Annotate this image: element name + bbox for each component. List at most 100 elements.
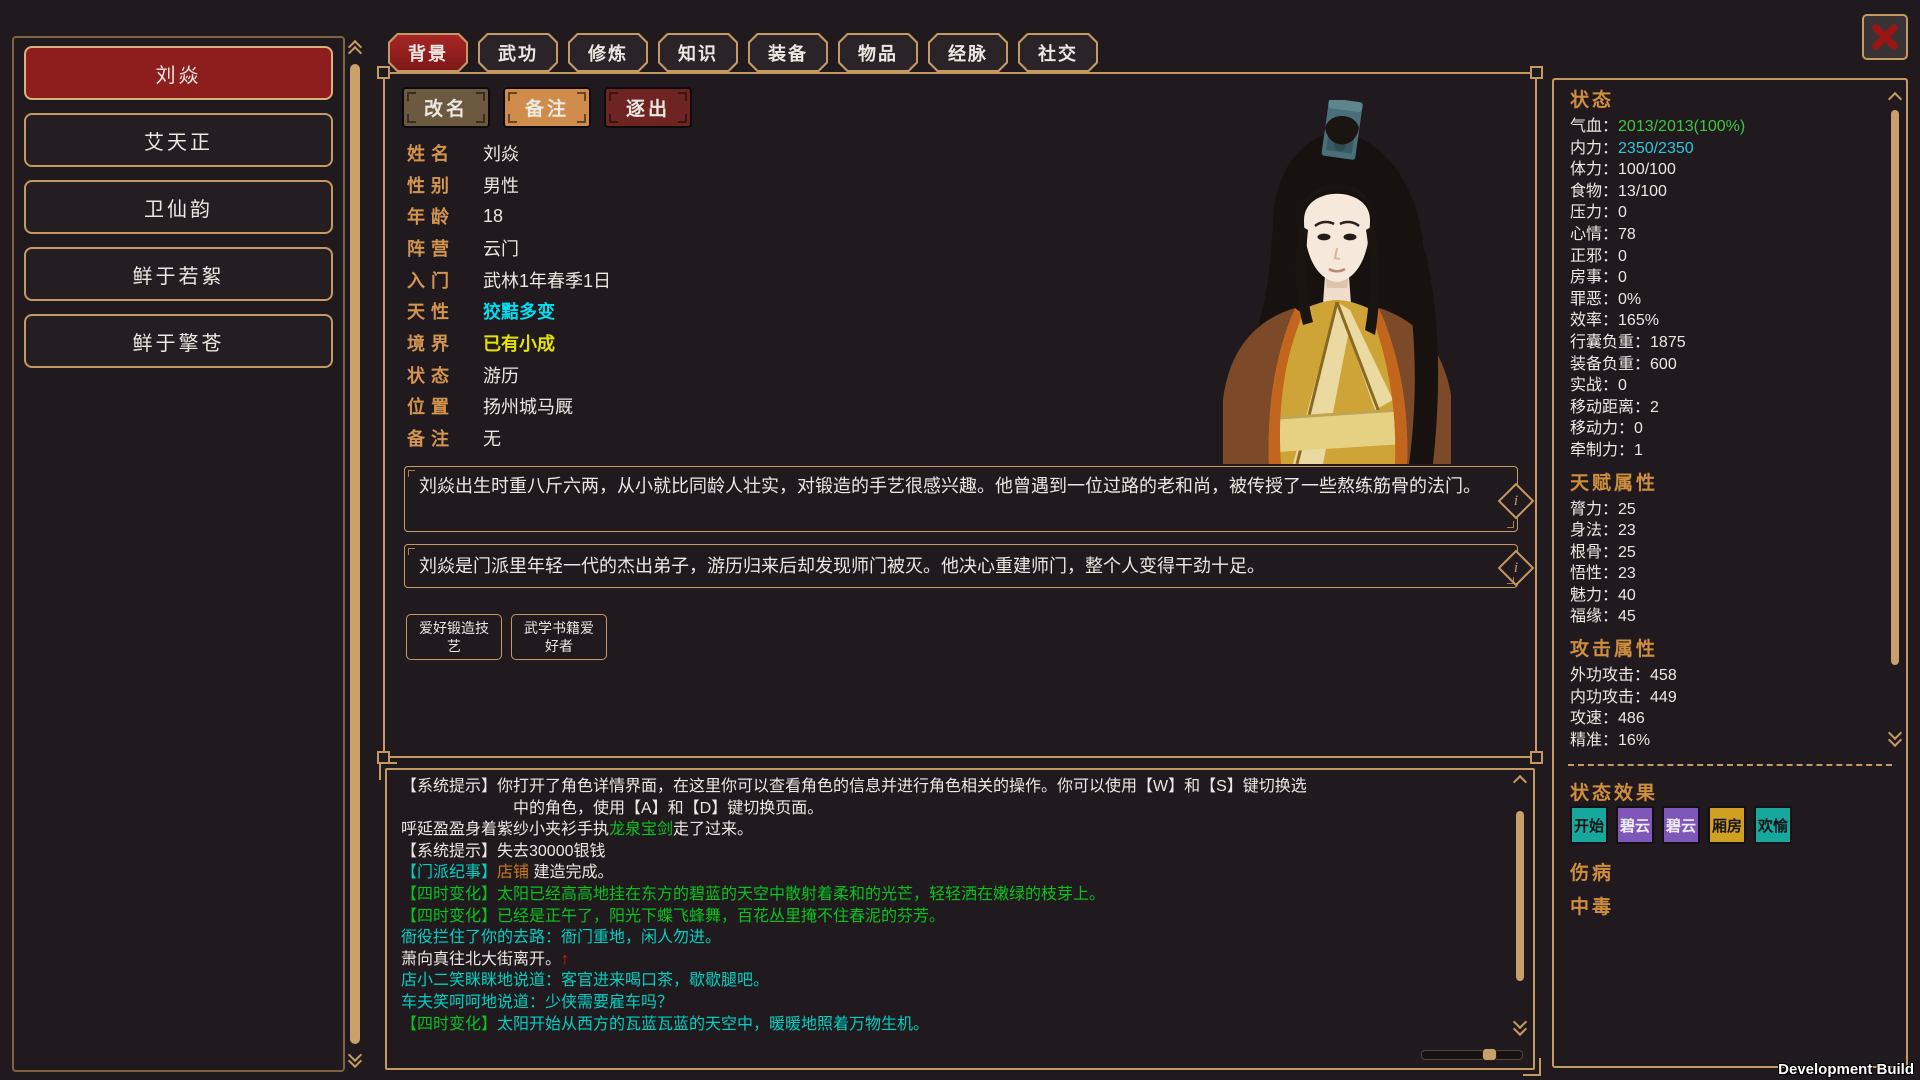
info-button[interactable]: i xyxy=(1498,550,1535,587)
stat-row: 悟性：23 xyxy=(1570,563,1880,585)
stat-row: 实战：0 xyxy=(1570,375,1880,397)
status-effect-badge[interactable]: 开始 xyxy=(1570,806,1608,844)
field-label: 姓名 xyxy=(407,140,483,166)
stat-value: 486 xyxy=(1618,710,1645,727)
stat-value: 2 xyxy=(1650,399,1659,416)
trait-tag[interactable]: 武学书籍爱好者 xyxy=(511,614,607,660)
character-list: 刘焱艾天正卫仙韵鲜于若絮鲜于擎苍 xyxy=(14,46,343,368)
stat-label: 房事： xyxy=(1570,269,1618,286)
log-segment: 【四时变化】太阳已经高高地挂在东方的碧蓝的天空中散射着柔和的光芒，轻轻洒在嫩绿的… xyxy=(401,886,1105,903)
info-icon: i xyxy=(1505,490,1527,512)
scroll-up-icon[interactable] xyxy=(1888,92,1902,106)
tab-label: 装备 xyxy=(750,35,826,70)
log-segment: 店铺 xyxy=(497,864,529,881)
stat-row: 移动力：0 xyxy=(1570,418,1880,440)
stat-row: 魅力：40 xyxy=(1570,585,1880,607)
profile-field-row: 姓名刘焱 xyxy=(407,137,611,169)
rename-button[interactable]: 改名 xyxy=(402,87,490,128)
profile-field-row: 境界已有小成 xyxy=(407,327,611,359)
profile-fields: 姓名刘焱性别男性年龄18阵营云门入门武林1年春季1日天性狡黠多变境界已有小成状态… xyxy=(407,137,611,454)
log-horizontal-slider[interactable] xyxy=(1421,1050,1523,1060)
scrollbar-thumb[interactable] xyxy=(350,64,360,1044)
slider-handle[interactable] xyxy=(1482,1048,1497,1061)
stat-section-header: 状态 xyxy=(1570,89,1880,113)
stat-label: 根骨： xyxy=(1570,544,1618,561)
stat-row: 内力：2350/2350 xyxy=(1570,138,1880,160)
field-value: 已有小成 xyxy=(483,330,555,356)
stat-label: 内力： xyxy=(1570,140,1618,157)
scroll-up-icon[interactable] xyxy=(1513,775,1527,789)
note-button[interactable]: 备注 xyxy=(503,87,591,128)
scrollbar-thumb[interactable] xyxy=(1516,811,1524,981)
tab-3[interactable]: 知识 xyxy=(658,33,738,72)
sidebar-character-button[interactable]: 鲜于擎苍 xyxy=(24,314,333,368)
scrollbar-thumb[interactable] xyxy=(1891,110,1899,665)
log-segment: 【四时变化】已经是正午了，阳光下蝶飞蜂舞，百花丛里掩不住春泥的芬芳。 xyxy=(401,908,945,925)
profile-field-row: 位置扬州城马厩 xyxy=(407,391,611,423)
tab-label: 社交 xyxy=(1020,35,1096,70)
field-value: 18 xyxy=(483,206,503,227)
stat-value: 600 xyxy=(1650,356,1677,373)
tab-6[interactable]: 经脉 xyxy=(928,33,1008,72)
log-line: 【系统提示】失去30000银钱 xyxy=(401,841,1501,863)
log-scrollbar[interactable] xyxy=(1513,775,1527,1045)
sidebar-character-button[interactable]: 鲜于若絮 xyxy=(24,247,333,301)
stat-label: 福缘： xyxy=(1570,608,1618,625)
tab-label: 武功 xyxy=(480,35,556,70)
character-detail-panel: 改名 备注 逐出 姓名刘焱性别男性年龄18阵营云门入门武林1年春季1日天性狡黠多… xyxy=(383,72,1537,758)
stat-label: 膂力： xyxy=(1570,501,1618,518)
log-segment: 【系统提示】你打开了角色详情界面，在这里你可以查看角色的信息并进行角色相关的操作… xyxy=(401,778,1307,795)
field-label: 年龄 xyxy=(407,203,483,229)
sidebar-character-button[interactable]: 卫仙韵 xyxy=(24,180,333,234)
dev-build-watermark: Development Build xyxy=(1778,1061,1914,1078)
stat-row: 膂力：25 xyxy=(1570,499,1880,521)
stat-label: 压力： xyxy=(1570,204,1618,221)
stat-value: 0 xyxy=(1618,248,1627,265)
tab-0[interactable]: 背景 xyxy=(388,33,468,72)
field-value: 狡黠多变 xyxy=(483,298,555,324)
sidebar-character-button[interactable]: 刘焱 xyxy=(24,46,333,100)
status-effect-badge[interactable]: 碧云 xyxy=(1616,806,1654,844)
stat-label: 牵制力： xyxy=(1570,442,1634,459)
trait-tag[interactable]: 爱好锻造技艺 xyxy=(406,614,502,660)
stat-row: 身法：23 xyxy=(1570,520,1880,542)
tab-7[interactable]: 社交 xyxy=(1018,33,1098,72)
expel-button[interactable]: 逐出 xyxy=(604,87,692,128)
tab-4[interactable]: 装备 xyxy=(748,33,828,72)
stat-row: 牵制力：1 xyxy=(1570,440,1880,462)
stat-value: 0% xyxy=(1618,291,1641,308)
stat-label: 效率： xyxy=(1570,312,1618,329)
stat-row: 行囊负重：1875 xyxy=(1570,332,1880,354)
character-sidebar: 刘焱艾天正卫仙韵鲜于若絮鲜于擎苍 xyxy=(12,36,345,1072)
tab-label: 背景 xyxy=(390,35,466,70)
tab-label: 知识 xyxy=(660,35,736,70)
stat-label: 正邪： xyxy=(1570,248,1618,265)
bio-text-1: 刘焱出生时重八斤六两，从小就比同龄人壮实，对锻造的手艺很感兴趣。他曾遇到一位过路… xyxy=(419,476,1481,496)
field-label: 入门 xyxy=(407,267,483,293)
close-button[interactable] xyxy=(1862,14,1908,60)
sidebar-character-button[interactable]: 艾天正 xyxy=(24,113,333,167)
stat-label: 行囊负重： xyxy=(1570,334,1650,351)
bio-box-2: 刘焱是门派里年轻一代的杰出弟子，游历归来后却发现师门被灭。他决心重建师门，整个人… xyxy=(404,544,1518,588)
tab-5[interactable]: 物品 xyxy=(838,33,918,72)
tab-2[interactable]: 修炼 xyxy=(568,33,648,72)
status-effect-badge[interactable]: 欢愉 xyxy=(1754,806,1792,844)
status-effect-badge[interactable]: 厢房 xyxy=(1708,806,1746,844)
tab-1[interactable]: 武功 xyxy=(478,33,558,72)
sidebar-scrollbar[interactable] xyxy=(347,38,363,1070)
stats-scrollbar[interactable] xyxy=(1888,92,1902,752)
log-segment: 龙泉宝剑 xyxy=(609,821,673,838)
field-label: 位置 xyxy=(407,393,483,419)
stat-value: 13/100 xyxy=(1618,183,1667,200)
log-segment: 车夫笑呵呵地说道：少侠需要雇车吗？ xyxy=(401,994,673,1011)
stat-label: 装备负重： xyxy=(1570,356,1650,373)
stat-label: 魅力： xyxy=(1570,587,1618,604)
status-effect-badge[interactable]: 碧云 xyxy=(1662,806,1700,844)
stat-value: 458 xyxy=(1650,667,1677,684)
tab-label: 经脉 xyxy=(930,35,1006,70)
tab-label: 修炼 xyxy=(570,35,646,70)
info-button[interactable]: i xyxy=(1498,483,1535,520)
message-log: 【系统提示】你打开了角色详情界面，在这里你可以查看角色的信息并进行角色相关的操作… xyxy=(385,768,1535,1070)
rename-label: 改名 xyxy=(424,94,468,121)
section-divider xyxy=(1568,764,1892,766)
